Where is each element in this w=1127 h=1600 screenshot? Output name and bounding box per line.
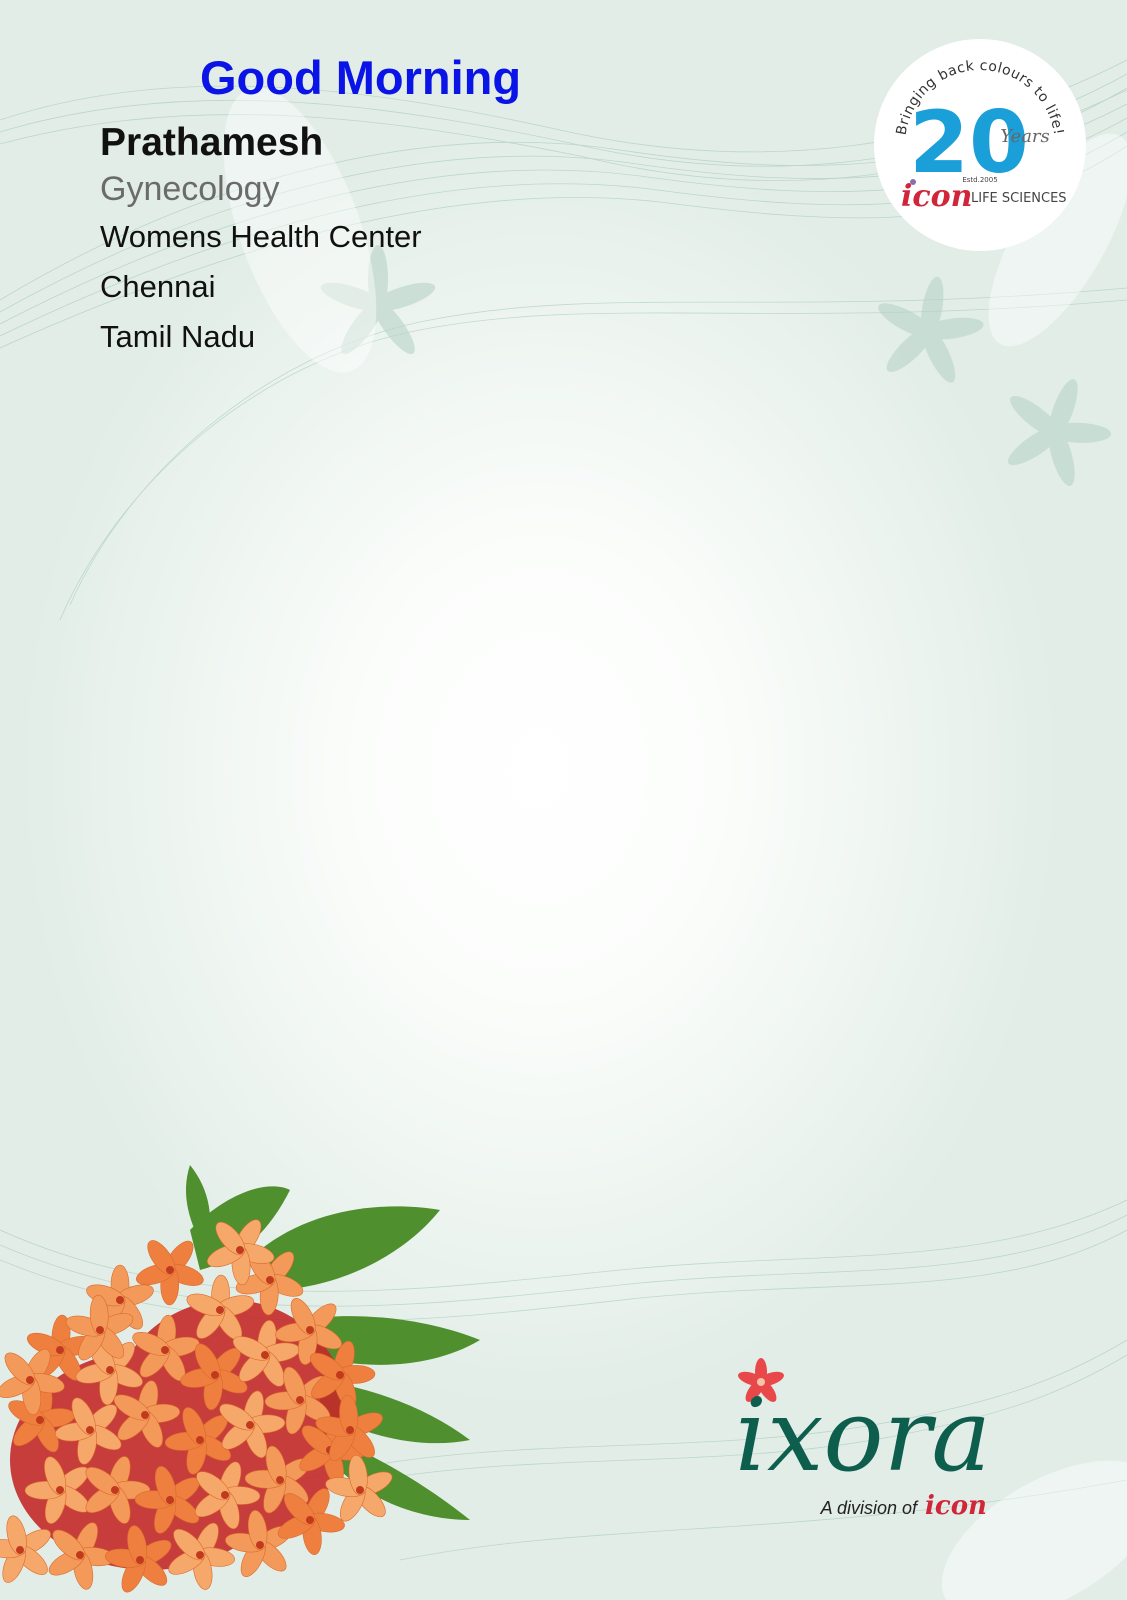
sparkle-icon	[910, 179, 916, 185]
doctor-specialty: Gynecology	[100, 170, 280, 208]
division-text: A division of	[820, 1498, 919, 1518]
ixora-brand-logo: ixora A division of icon	[735, 1358, 991, 1521]
division-brand: icon	[925, 1491, 987, 1521]
flower-bouquet-icon	[0, 1165, 480, 1593]
greeting-title: Good Morning	[200, 51, 522, 104]
doctor-name: Prathamesh	[100, 121, 324, 164]
seal-years: Years	[1000, 126, 1050, 147]
state: Tamil Nadu	[100, 319, 256, 354]
city: Chennai	[100, 269, 216, 304]
clinic-name: Womens Health Center	[100, 219, 422, 254]
anniversary-seal-logo: Bringing back colours to life! 20 Years …	[874, 39, 1086, 251]
greeting-card: Good Morning Prathamesh Gynecology Women…	[0, 0, 1127, 1600]
ixora-wordmark: ixora	[735, 1377, 991, 1494]
seal-brand-suffix: LIFE SCIENCES	[971, 191, 1067, 206]
